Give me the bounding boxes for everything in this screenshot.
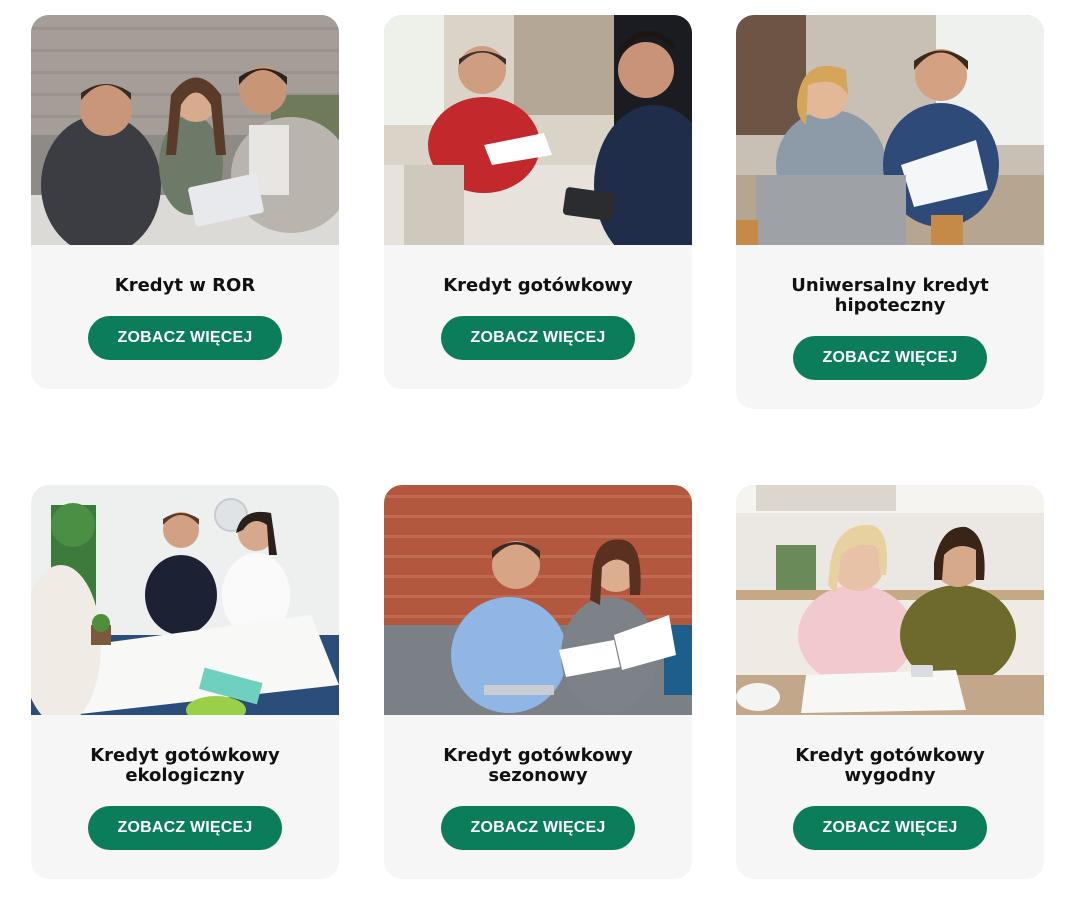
handshake-document-photo	[384, 15, 692, 245]
see-more-button[interactable]: ZOBACZ WIĘCEJ	[88, 806, 282, 850]
card-title: Kredyt w ROR	[114, 275, 256, 296]
offer-card-kredyt-gotowkowy-ekologiczny: Kredyt gotówkowy ekologiczny ZOBACZ WIĘC…	[31, 485, 339, 879]
offer-card-kredyt-gotowkowy-wygodny: Kredyt gotówkowy wygodny ZOBACZ WIĘCEJ	[736, 485, 1044, 879]
offer-card-kredyt-w-ror: Kredyt w ROR ZOBACZ WIĘCEJ	[31, 15, 339, 389]
couple-on-sofa-documents-photo	[384, 485, 692, 715]
eco-office-team-photo	[31, 485, 339, 715]
card-title: Kredyt gotówkowy wygodny	[795, 745, 985, 786]
offer-card-uniwersalny-kredyt-hipoteczny: Uniwersalny kredyt hipoteczny ZOBACZ WIĘ…	[736, 15, 1044, 409]
see-more-button[interactable]: ZOBACZ WIĘCEJ	[793, 806, 987, 850]
see-more-button[interactable]: ZOBACZ WIĘCEJ	[793, 336, 987, 380]
card-title: Kredyt gotówkowy sezonowy	[443, 745, 633, 786]
offer-card-kredyt-gotowkowy: Kredyt gotówkowy ZOBACZ WIĘCEJ	[384, 15, 692, 389]
see-more-button[interactable]: ZOBACZ WIĘCEJ	[88, 316, 282, 360]
card-title: Kredyt gotówkowy ekologiczny	[90, 745, 280, 786]
couple-reviewing-papers-photo	[736, 15, 1044, 245]
see-more-button[interactable]: ZOBACZ WIĘCEJ	[441, 316, 635, 360]
card-title: Kredyt gotówkowy	[443, 275, 633, 296]
advisor-meeting-couple-photo	[31, 15, 339, 245]
see-more-button[interactable]: ZOBACZ WIĘCEJ	[441, 806, 635, 850]
card-title: Uniwersalny kredyt hipoteczny	[791, 275, 989, 316]
women-kitchen-paperwork-photo	[736, 485, 1044, 715]
offer-card-kredyt-gotowkowy-sezonowy: Kredyt gotówkowy sezonowy ZOBACZ WIĘCEJ	[384, 485, 692, 879]
